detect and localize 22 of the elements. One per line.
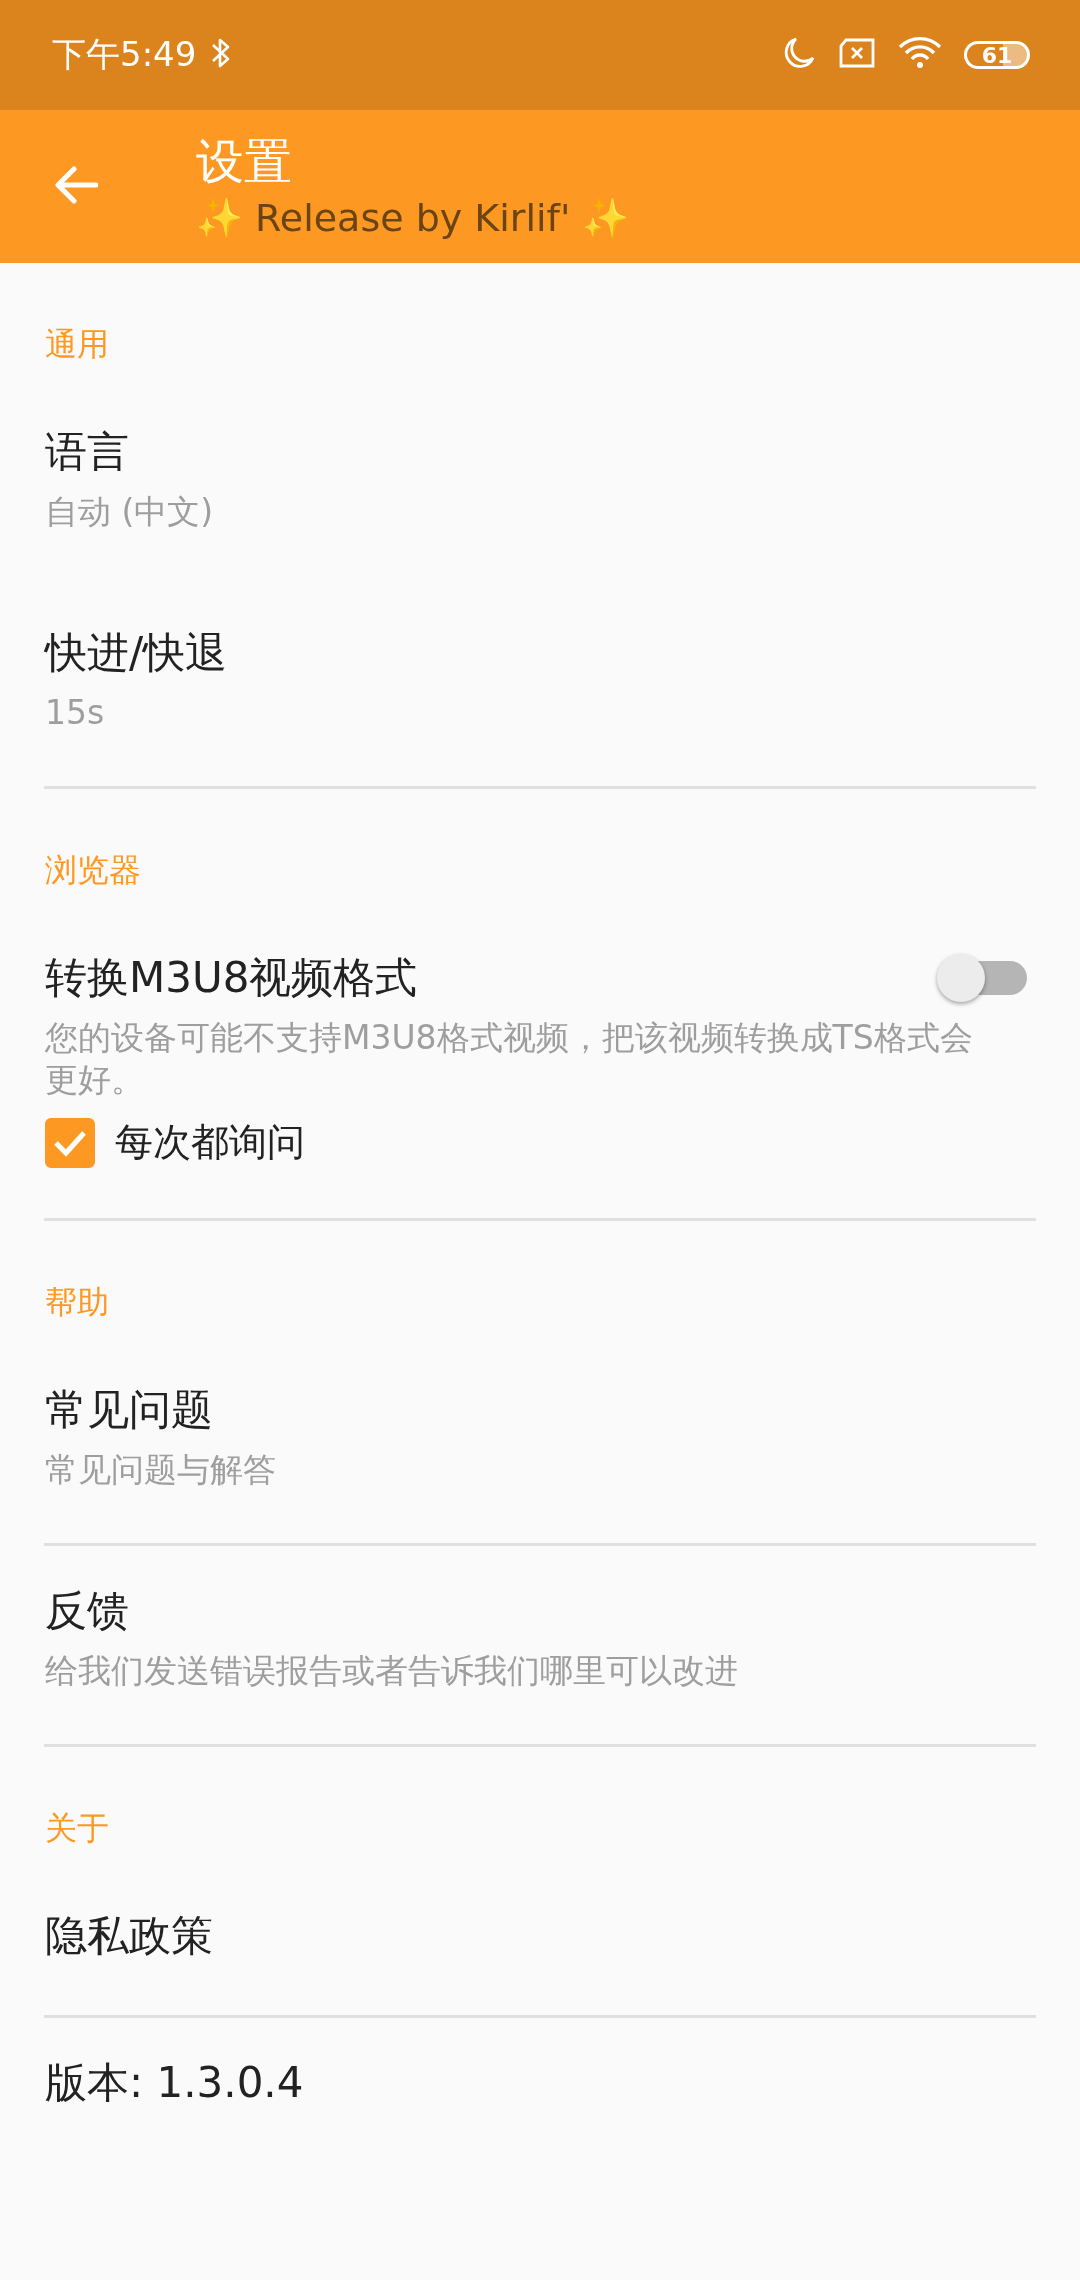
setting-title[interactable]: 快进/快退 xyxy=(45,624,1035,682)
setting-title[interactable]: 反馈 xyxy=(45,1582,1035,1640)
setting-description: 您的设备可能不支持M3U8格式视频，把该视频转换成TS格式会更好。 xyxy=(45,1017,974,1101)
section-header: 关于 xyxy=(44,1808,110,1849)
setting-title[interactable]: 语言 xyxy=(45,423,1035,481)
section-header: 帮助 xyxy=(44,1282,110,1323)
screen-title: 设置 xyxy=(196,131,293,191)
checkbox[interactable] xyxy=(45,1117,95,1168)
setting-title[interactable]: 转换M3U8视频格式 xyxy=(45,949,418,1007)
status-time: 下午5:49 xyxy=(52,33,197,76)
setting-title[interactable]: 常见问题 xyxy=(45,1381,1035,1439)
setting-title[interactable]: 隐私政策 xyxy=(45,1907,1035,1965)
section-header: 浏览器 xyxy=(44,850,142,891)
setting-summary: 给我们发送错误报告或者告诉我们哪里可以改进 xyxy=(45,1650,739,1692)
setting-summary: 常见问题与解答 xyxy=(45,1449,277,1491)
setting-summary: 15s xyxy=(45,692,106,734)
setting-title[interactable]: 版本: 1.3.0.4 xyxy=(45,2054,1035,2112)
screen-subtitle: ✨ Release by Kirlif' ✨ xyxy=(196,194,630,242)
section-header: 通用 xyxy=(44,324,110,365)
battery-icon: 61 xyxy=(964,41,1030,69)
checkbox-label: 每次都询问 xyxy=(115,1119,305,1166)
setting-summary: 自动 (中文) xyxy=(45,491,215,533)
